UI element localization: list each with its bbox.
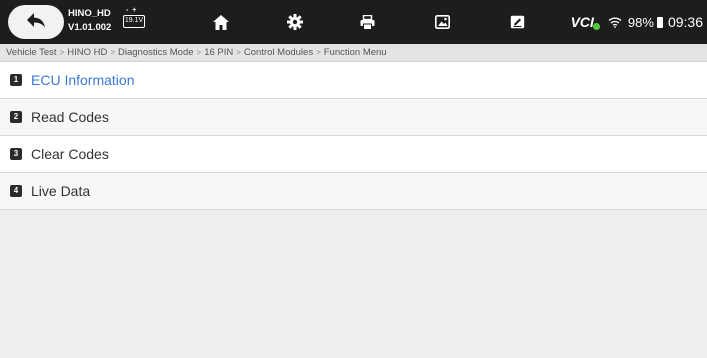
number-badge-icon: 4: [10, 185, 22, 197]
breadcrumb-item[interactable]: HINO HD: [67, 47, 107, 58]
empty-content-area: [0, 213, 707, 358]
app-name: HINO_HD: [68, 8, 111, 19]
vci-connected-dot: [592, 23, 600, 30]
battery-percent: 98%: [627, 14, 654, 30]
vci-connection-indicator: VCI: [571, 14, 600, 30]
menu-item-read-codes[interactable]: 2 Read Codes: [0, 99, 707, 136]
menu-item-clear-codes[interactable]: 3 Clear Codes: [0, 136, 707, 173]
breadcrumb-separator-icon: >: [59, 48, 65, 57]
top-bar: HINO_HD V1.01.002 - + 19.1V VCI 98% 09:3…: [0, 0, 707, 44]
breadcrumb-item[interactable]: 16 PIN: [204, 47, 233, 58]
app-version: V1.01.002: [68, 22, 112, 33]
breadcrumb-item[interactable]: Diagnostics Mode: [118, 47, 194, 58]
tablet-battery-icon: [656, 16, 663, 28]
number-badge-icon: 1: [10, 74, 22, 86]
settings-icon[interactable]: [286, 13, 304, 31]
status-bar: VCI 98% 09:36: [571, 0, 703, 44]
menu-item-label: Clear Codes: [31, 146, 109, 162]
breadcrumb-separator-icon: >: [110, 48, 115, 57]
breadcrumb-separator-icon: >: [316, 48, 321, 57]
breadcrumb-item-current: Function Menu: [323, 47, 387, 58]
breadcrumb-item[interactable]: Control Modules: [244, 47, 313, 58]
function-menu: 1 ECU Information 2 Read Codes 3 Clear C…: [0, 62, 707, 210]
menu-item-label: Live Data: [31, 183, 91, 199]
number-badge-icon: 2: [10, 111, 22, 123]
back-button[interactable]: [8, 5, 64, 39]
back-arrow-icon: [25, 11, 47, 34]
breadcrumb-separator-icon: >: [196, 48, 202, 57]
clock: 09:36: [667, 14, 703, 30]
screenshot-icon[interactable]: [433, 13, 451, 31]
number-badge-icon: 3: [10, 148, 22, 160]
battery-voltage: 19.1V: [123, 15, 145, 28]
menu-item-ecu-information[interactable]: 1 ECU Information: [0, 62, 707, 99]
vehicle-battery-icon: - + 19.1V: [123, 7, 145, 30]
menu-item-label: Read Codes: [31, 109, 109, 125]
edit-icon[interactable]: [508, 13, 526, 31]
breadcrumb: Vehicle Test > HINO HD > Diagnostics Mod…: [0, 44, 707, 62]
menu-item-label: ECU Information: [31, 72, 135, 88]
menu-item-live-data[interactable]: 4 Live Data: [0, 173, 707, 210]
breadcrumb-item[interactable]: Vehicle Test: [6, 47, 57, 58]
app-info: HINO_HD V1.01.002: [68, 7, 130, 35]
print-icon[interactable]: [358, 13, 376, 31]
wifi-icon: [608, 17, 622, 28]
home-icon[interactable]: [212, 13, 230, 31]
breadcrumb-separator-icon: >: [236, 48, 241, 57]
